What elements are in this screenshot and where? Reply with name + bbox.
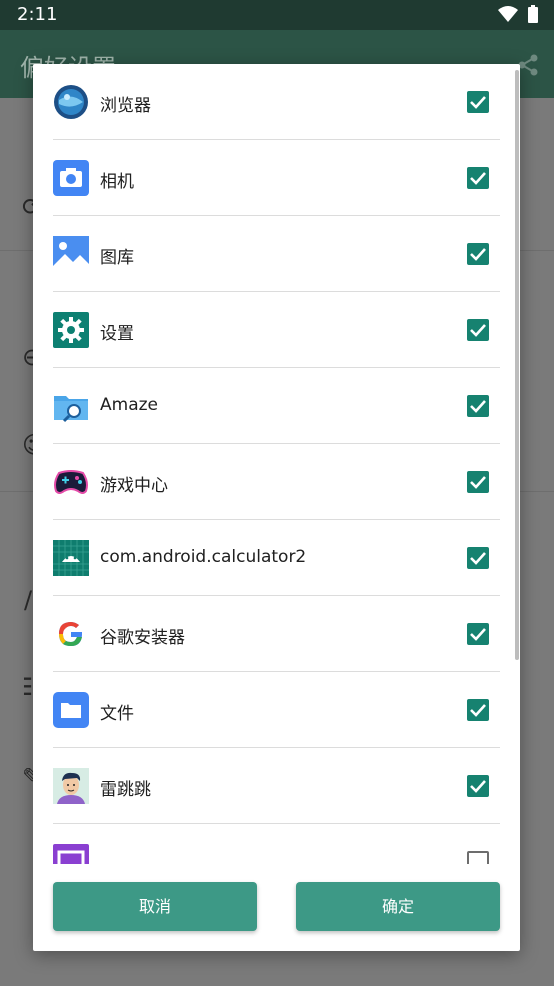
checkmark-icon: [470, 324, 486, 337]
checkbox-checked[interactable]: [467, 167, 489, 189]
wifi-icon: [498, 6, 518, 22]
app-name: 谷歌安装器: [100, 628, 185, 648]
checkbox-checked[interactable]: [467, 471, 489, 493]
app-list[interactable]: 浏览器 相机 图库 设置 Amaze 游戏中心 com.android.calc…: [33, 64, 520, 864]
avatar-icon: [53, 768, 89, 804]
game-center-icon: [54, 470, 88, 494]
checkbox-checked[interactable]: [467, 91, 489, 113]
ok-button[interactable]: 确定: [296, 882, 500, 931]
scrollbar[interactable]: [515, 70, 519, 660]
checkmark-icon: [470, 248, 486, 261]
status-icons: [498, 5, 538, 23]
app-name: 浏览器: [100, 96, 151, 116]
checkmark-icon: [470, 780, 486, 793]
edit-icon: /: [24, 586, 33, 614]
list-item-amaze[interactable]: Amaze: [53, 368, 500, 444]
cancel-button[interactable]: 取消: [53, 882, 257, 931]
checkbox-checked[interactable]: [467, 623, 489, 645]
app-name: com.android.calculator2: [100, 547, 307, 567]
checkbox-checked[interactable]: [467, 395, 489, 417]
browser-icon: [54, 85, 88, 119]
app-name: 游戏中心: [100, 476, 168, 496]
checkbox-checked[interactable]: [467, 775, 489, 797]
battery-icon: [528, 5, 538, 23]
purple-app-icon: [53, 844, 89, 864]
app-name: 文件: [100, 704, 134, 724]
checkmark-icon: [470, 476, 486, 489]
list-item-files[interactable]: 文件: [53, 672, 500, 748]
list-item-leitiaotiao[interactable]: 雷跳跳: [53, 748, 500, 824]
list-item-camera[interactable]: 相机: [53, 140, 500, 216]
checkmark-icon: [470, 400, 486, 413]
gallery-icon: [53, 236, 89, 272]
checkmark-icon: [470, 704, 486, 717]
list-item-gallery[interactable]: 图库: [53, 216, 500, 292]
share-icon[interactable]: [518, 54, 538, 76]
android-icon: [53, 540, 89, 576]
list-item-browser[interactable]: 浏览器: [53, 64, 500, 140]
list-item-calculator[interactable]: com.android.calculator2: [53, 520, 500, 596]
status-bar: 2:11: [0, 0, 554, 30]
checkbox-checked[interactable]: [467, 699, 489, 721]
app-select-dialog: 浏览器 相机 图库 设置 Amaze 游戏中心 com.android.calc…: [33, 64, 520, 951]
checkmark-icon: [470, 172, 486, 185]
checkbox-checked[interactable]: [467, 319, 489, 341]
amaze-folder-icon: [54, 396, 88, 423]
status-time: 2:11: [17, 4, 58, 25]
checkbox-checked[interactable]: [467, 547, 489, 569]
app-name: 设置: [100, 324, 134, 344]
google-icon: [59, 622, 82, 646]
list-item-partial[interactable]: [53, 824, 500, 864]
list-item-settings[interactable]: 设置: [53, 292, 500, 368]
checkbox-unchecked[interactable]: [467, 851, 489, 864]
app-name: Amaze: [100, 395, 158, 415]
list-item-google-installer[interactable]: 谷歌安装器: [53, 596, 500, 672]
list-item-game-center[interactable]: 游戏中心: [53, 444, 500, 520]
checkmark-icon: [470, 96, 486, 109]
settings-icon: [53, 312, 89, 348]
camera-icon: [53, 160, 89, 196]
checkmark-icon: [470, 552, 486, 565]
checkbox-checked[interactable]: [467, 243, 489, 265]
app-name: 相机: [100, 172, 134, 192]
files-folder-icon: [53, 692, 89, 728]
checkmark-icon: [470, 628, 486, 641]
app-name: 图库: [100, 248, 134, 268]
app-name: 雷跳跳: [100, 780, 151, 800]
